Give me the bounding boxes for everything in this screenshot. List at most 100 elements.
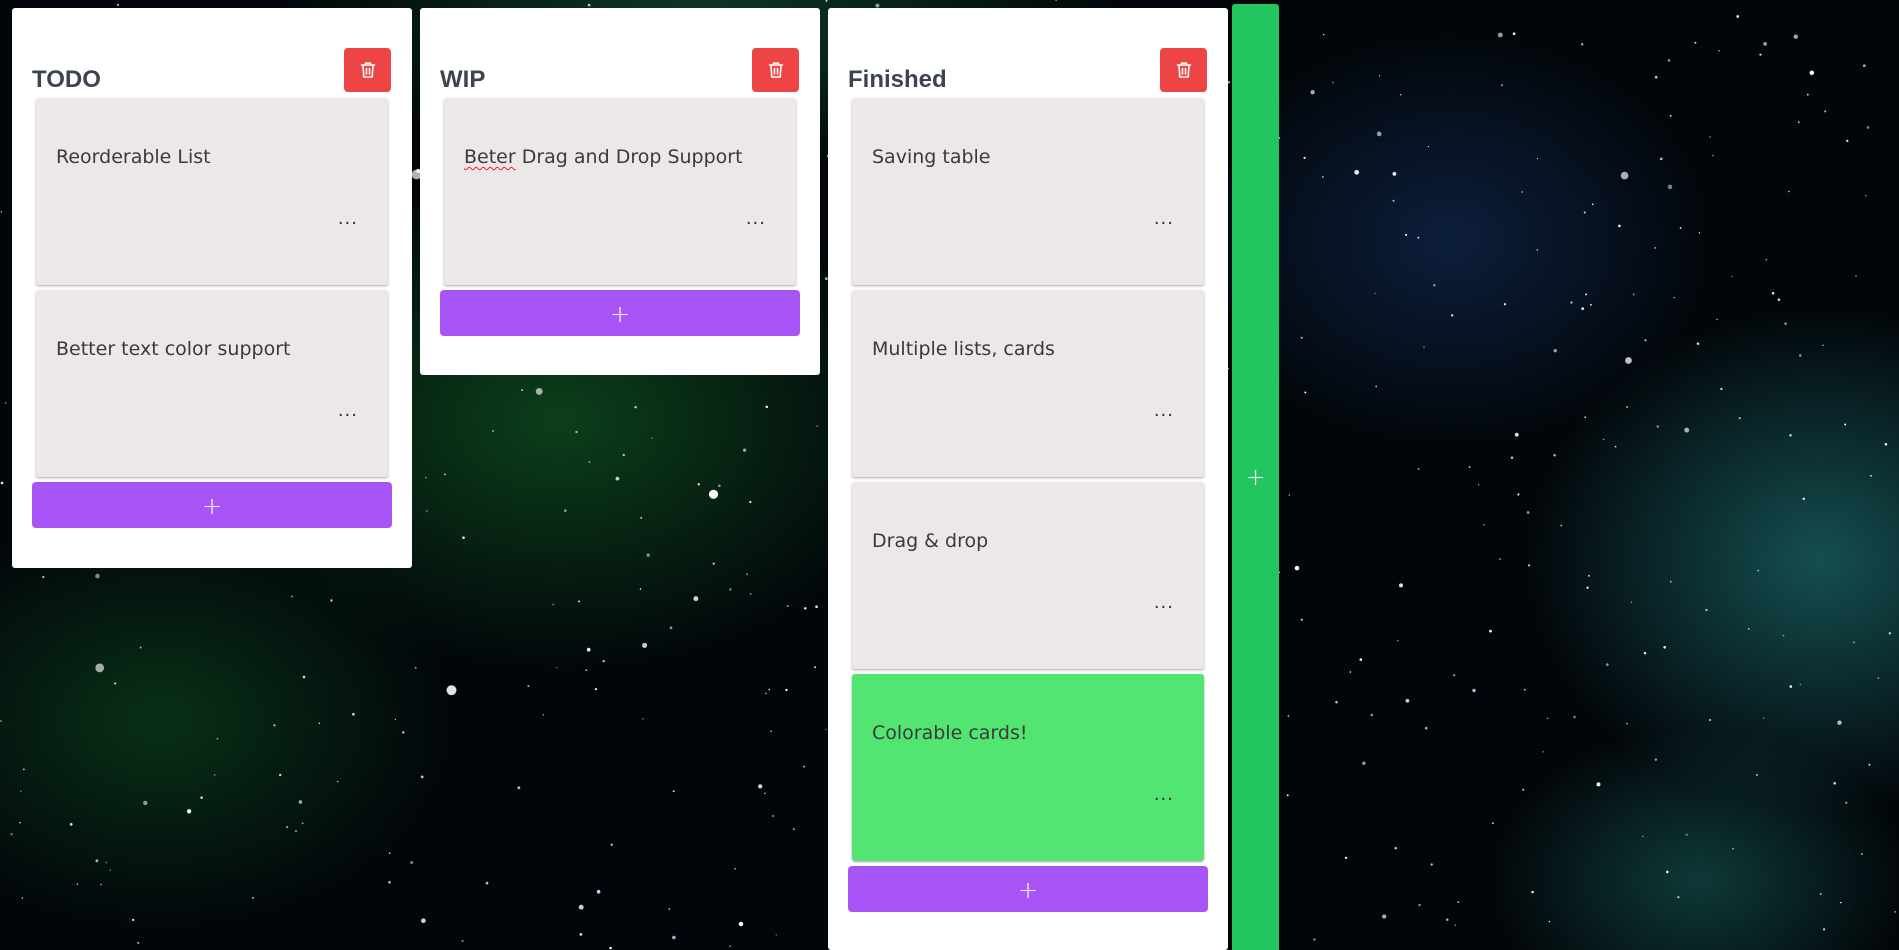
- star: [1536, 157, 1539, 160]
- star: [749, 593, 752, 595]
- star: [1809, 70, 1815, 76]
- card-text: Better text color support: [56, 338, 291, 360]
- star: [1698, 232, 1701, 234]
- star: [19, 821, 21, 824]
- star: [651, 437, 653, 439]
- star: [1580, 42, 1584, 46]
- list-title: Finished: [848, 66, 947, 93]
- star: [1588, 574, 1591, 577]
- add-card-button[interactable]: +: [848, 866, 1208, 912]
- star: [1673, 296, 1675, 299]
- star: [318, 722, 321, 725]
- star: [1888, 632, 1892, 635]
- star: [1667, 184, 1673, 190]
- star: [734, 867, 736, 870]
- star: [1376, 131, 1382, 137]
- card[interactable]: Beter Drag and Drop Support ...: [444, 98, 796, 285]
- star: [1696, 342, 1700, 345]
- star: [1625, 357, 1632, 364]
- star: [1399, 583, 1403, 588]
- star: [1286, 794, 1289, 797]
- ellipsis-icon[interactable]: ...: [338, 402, 358, 420]
- star: [708, 489, 719, 499]
- star: [1227, 81, 1231, 84]
- star: [1625, 722, 1628, 725]
- trash-icon: [768, 62, 783, 78]
- star: [1468, 466, 1471, 468]
- ellipsis-icon[interactable]: ...: [338, 210, 358, 228]
- star: [1789, 685, 1793, 688]
- card[interactable]: Saving table ...: [852, 98, 1204, 285]
- star: [1542, 750, 1544, 753]
- star: [1359, 658, 1363, 661]
- add-card-button[interactable]: +: [32, 482, 392, 528]
- star: [1584, 416, 1587, 419]
- star: [587, 3, 591, 7]
- star: [444, 473, 446, 476]
- star: [729, 588, 732, 591]
- card-text: Multiple lists, cards: [872, 338, 1055, 360]
- star: [137, 941, 140, 944]
- star: [1666, 870, 1669, 874]
- star: [1798, 354, 1802, 357]
- card[interactable]: Reorderable List ...: [36, 98, 388, 285]
- star: [1362, 761, 1366, 765]
- star: [1499, 558, 1501, 560]
- star: [697, 482, 701, 486]
- star: [1669, 114, 1672, 117]
- star: [388, 881, 391, 884]
- star: [1303, 156, 1306, 160]
- star: [770, 730, 773, 733]
- star: [825, 728, 827, 731]
- star: [1374, 292, 1376, 295]
- star: [552, 603, 555, 606]
- star: [729, 945, 731, 948]
- delete-list-button[interactable]: [344, 48, 391, 92]
- ellipsis-icon[interactable]: ...: [1154, 786, 1174, 804]
- star: [1548, 920, 1551, 923]
- star: [302, 675, 306, 679]
- star: [517, 786, 521, 790]
- star: [1323, 33, 1325, 36]
- ellipsis-icon[interactable]: ...: [1154, 210, 1174, 228]
- star: [615, 476, 620, 481]
- star: [775, 934, 777, 936]
- star: [402, 731, 405, 734]
- star: [792, 828, 795, 831]
- star: [1417, 467, 1420, 471]
- star: [1763, 42, 1767, 46]
- star: [768, 688, 771, 691]
- star: [20, 790, 22, 792]
- star: [575, 430, 578, 434]
- star: [1489, 629, 1492, 633]
- star: [1614, 445, 1617, 448]
- card-green[interactable]: Colorable cards! ...: [852, 674, 1204, 861]
- delete-list-button[interactable]: [752, 48, 799, 92]
- star: [1591, 203, 1594, 206]
- star: [1536, 249, 1538, 251]
- star: [1514, 432, 1519, 437]
- star: [1300, 336, 1303, 339]
- star: [1644, 339, 1647, 342]
- star: [1294, 565, 1300, 571]
- star: [1824, 110, 1827, 113]
- star: [1335, 700, 1338, 704]
- star: [1732, 847, 1734, 850]
- star: [23, 768, 25, 771]
- card[interactable]: Multiple lists, cards ...: [852, 290, 1204, 477]
- star: [1763, 717, 1765, 719]
- delete-list-button[interactable]: [1160, 48, 1207, 92]
- star: [1451, 314, 1454, 317]
- card[interactable]: Drag & drop ...: [852, 482, 1204, 669]
- card[interactable]: Better text color support ...: [36, 290, 388, 477]
- add-card-button[interactable]: +: [440, 290, 800, 336]
- star: [1457, 901, 1460, 903]
- star: [1483, 523, 1485, 526]
- star: [1840, 901, 1842, 904]
- ellipsis-icon[interactable]: ...: [1154, 402, 1174, 420]
- ellipsis-icon[interactable]: ...: [746, 210, 766, 228]
- add-list-button[interactable]: +: [1232, 4, 1279, 950]
- star: [1497, 32, 1503, 38]
- star: [1288, 494, 1291, 496]
- ellipsis-icon[interactable]: ...: [1154, 594, 1174, 612]
